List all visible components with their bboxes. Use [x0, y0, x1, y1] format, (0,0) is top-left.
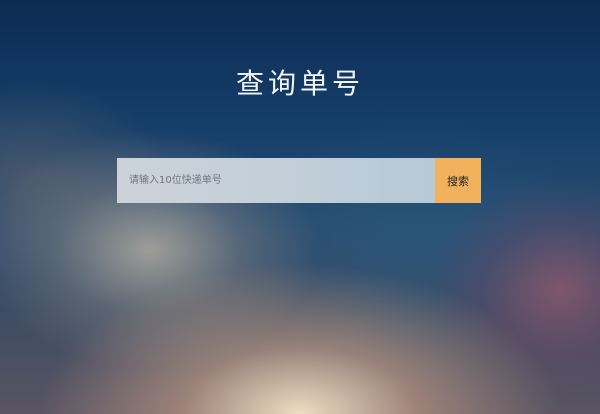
background-image	[0, 0, 600, 414]
search-button[interactable]: 搜索	[435, 158, 481, 203]
page-title: 查询单号	[235, 67, 364, 100]
tracking-search-bar: 搜索	[117, 158, 481, 203]
tracking-number-input[interactable]	[117, 158, 435, 203]
